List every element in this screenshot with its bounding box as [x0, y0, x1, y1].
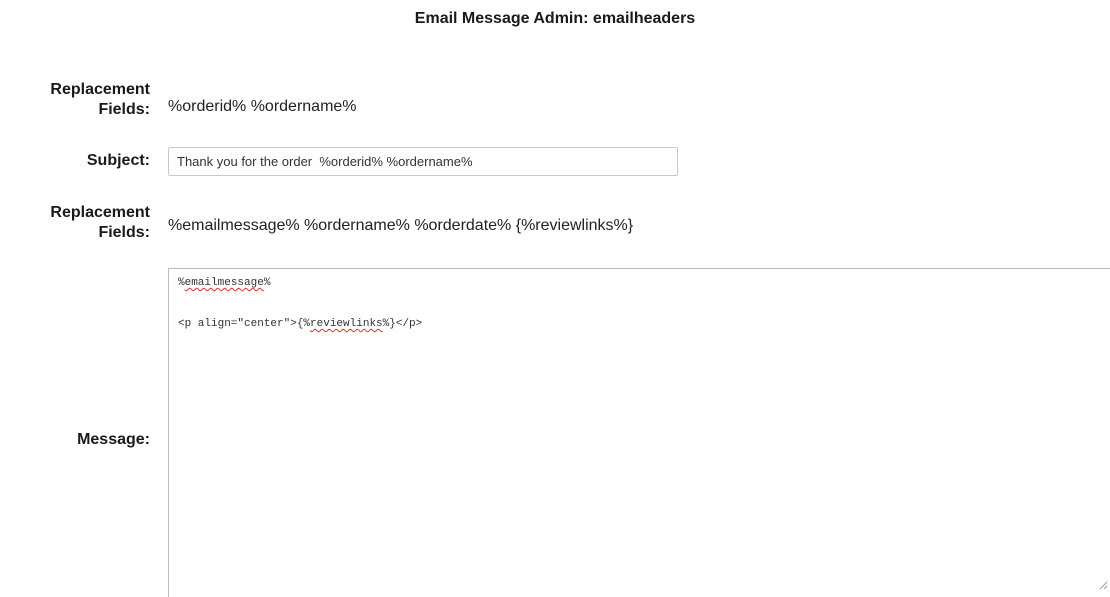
message-line2-word: reviewlinks [310, 318, 383, 330]
message-line2-after: %}</p> [382, 318, 423, 330]
message-line1-open: % [178, 277, 185, 289]
message-line-2: <p align="center">{%reviewlinks%}</p> [178, 318, 422, 330]
message-line2-before: <p align="center">{% [178, 318, 311, 330]
replacement-label-line2: Fields: [98, 101, 150, 118]
message-label: Message: [77, 431, 150, 448]
page-title: Email Message Admin: emailheaders [414, 10, 696, 27]
message-line1-close: % [263, 277, 271, 289]
message-line-1: %emailmessage% [178, 277, 270, 289]
replacement-label-line2: Fields: [98, 224, 150, 241]
message-line1-word: emailmessage [184, 277, 264, 289]
subject-label: Subject: [86, 152, 150, 169]
replacement-fields-value-1: %orderid% %ordername% [168, 98, 357, 115]
email-admin-page: Email Message Admin: emailheaders Replac… [0, 0, 1110, 597]
subject-input[interactable] [168, 147, 678, 176]
replacement-fields-label-1: Replacement Fields: [0, 80, 150, 120]
replacement-label-line1: Replacement [50, 81, 150, 98]
resize-grip-icon[interactable] [1098, 580, 1108, 590]
message-textarea[interactable]: %emailmessage% <p align="center">{%revie… [168, 268, 1110, 597]
replacement-label-line1: Replacement [50, 204, 150, 221]
replacement-fields-value-2: %emailmessage% %ordername% %orderdate% {… [168, 217, 634, 234]
replacement-fields-label-2: Replacement Fields: [0, 203, 150, 243]
